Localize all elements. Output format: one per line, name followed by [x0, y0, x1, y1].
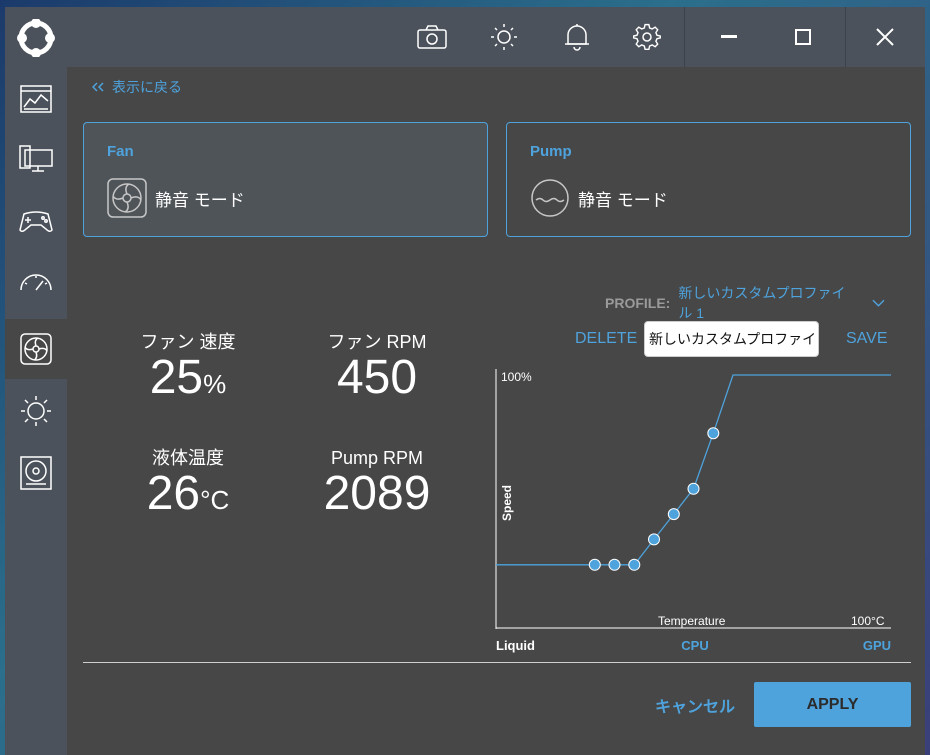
- fan-mode-card[interactable]: Fan 静音 モード: [83, 122, 488, 237]
- cooling-fan-icon[interactable]: [5, 319, 67, 379]
- curve-control-point[interactable]: [667, 508, 680, 521]
- fan-speed-value: 25: [149, 351, 204, 404]
- fan-speed-unit: %: [203, 369, 227, 399]
- pump-liquid-icon: [531, 179, 569, 217]
- fan-speed-value-row: 25%: [93, 353, 283, 409]
- camera-icon[interactable]: [402, 7, 462, 67]
- storage-drive-icon[interactable]: [5, 443, 67, 503]
- back-link[interactable]: 表示に戻る: [92, 77, 182, 97]
- curve-control-point[interactable]: [608, 558, 621, 571]
- fan-curve-chart[interactable]: 100% Speed Temperature 100°C Liquid CPU …: [493, 369, 893, 659]
- performance-gauge-icon[interactable]: [5, 253, 67, 313]
- pump-rpm-label: Pump RPM: [330, 448, 424, 468]
- app-logo-icon: [5, 7, 67, 69]
- chart-points-group: [588, 427, 720, 571]
- cancel-button[interactable]: キャンセル: [655, 693, 735, 717]
- chevron-down-icon: [872, 299, 885, 307]
- footer-divider: [83, 662, 911, 663]
- pump-rpm-value: 2089: [323, 467, 431, 520]
- app-window: 表示に戻る Fan 静音 モード Pump 静音 モード PROFILE: 新し…: [5, 7, 925, 755]
- chart-x-max-label: 100°C: [851, 614, 885, 628]
- back-link-label: 表示に戻る: [112, 79, 182, 95]
- source-tab-gpu: GPU: [863, 638, 891, 653]
- close-icon[interactable]: [855, 7, 915, 67]
- brightness-icon[interactable]: [474, 7, 534, 67]
- pump-card-title: Pump: [530, 143, 572, 160]
- monitor-icon[interactable]: [5, 129, 67, 189]
- fan-rpm-value: 450: [336, 351, 418, 404]
- lighting-icon[interactable]: [5, 381, 67, 441]
- profile-name-input[interactable]: [644, 321, 819, 357]
- curve-control-point[interactable]: [628, 558, 641, 571]
- chart-curve-line: [496, 374, 891, 566]
- curve-control-point[interactable]: [588, 558, 601, 571]
- settings-gear-icon[interactable]: [617, 7, 677, 67]
- maximize-icon[interactable]: [773, 7, 833, 67]
- profile-selector[interactable]: PROFILE: 新しいカスタムプロファイル 1: [605, 283, 885, 323]
- curve-control-point[interactable]: [707, 427, 720, 440]
- liquid-temp-label: 液体温度: [152, 448, 224, 468]
- chart-y-max-label: 100%: [501, 370, 532, 384]
- minimize-icon[interactable]: [699, 7, 759, 67]
- gamepad-icon[interactable]: [5, 191, 67, 251]
- chart-y-axis-label: Speed: [500, 485, 514, 521]
- double-chevron-left-icon: [92, 82, 104, 92]
- fan-rpm-label: ファン RPM: [327, 332, 427, 352]
- pump-mode-card[interactable]: Pump 静音 モード: [506, 122, 911, 237]
- source-tab-liquid: Liquid: [496, 638, 535, 653]
- fan-card-title: Fan: [107, 143, 134, 160]
- title-bar: [67, 7, 925, 67]
- liquid-temp-value-row: 26°C: [93, 469, 283, 525]
- profile-label: PROFILE:: [605, 295, 671, 311]
- curve-control-point[interactable]: [687, 482, 700, 495]
- liquid-temp-unit: °C: [200, 485, 230, 515]
- fan-icon: [107, 178, 147, 218]
- pump-rpm-stat: Pump RPM 2089: [282, 447, 472, 519]
- apply-button[interactable]: APPLY: [754, 682, 911, 727]
- fan-card-mode: 静音 モード: [107, 178, 245, 218]
- curve-control-point[interactable]: [648, 533, 660, 546]
- liquid-temp-stat: 液体温度 26°C: [93, 447, 283, 525]
- fan-speed-stat: ファン 速度 25%: [93, 331, 283, 409]
- pump-mode-label: 静音 モード: [578, 190, 668, 210]
- fan-rpm-stat: ファン RPM 450: [282, 331, 472, 403]
- titlebar-separator: [845, 7, 846, 67]
- delete-button[interactable]: DELETE: [575, 330, 637, 348]
- titlebar-separator: [684, 7, 685, 67]
- fan-speed-label: ファン 速度: [140, 332, 236, 352]
- fan-mode-label: 静音 モード: [155, 190, 245, 210]
- pump-card-mode: 静音 モード: [530, 178, 668, 218]
- dashboard-icon[interactable]: [5, 69, 67, 129]
- notification-bell-icon[interactable]: [547, 7, 607, 67]
- source-tab-cpu: CPU: [681, 638, 708, 653]
- save-button[interactable]: SAVE: [846, 330, 888, 348]
- liquid-temp-value: 26: [146, 467, 201, 520]
- chart-x-axis-label: Temperature: [658, 614, 726, 628]
- sidebar: [5, 7, 67, 755]
- profile-value: 新しいカスタムプロファイル 1: [678, 285, 846, 321]
